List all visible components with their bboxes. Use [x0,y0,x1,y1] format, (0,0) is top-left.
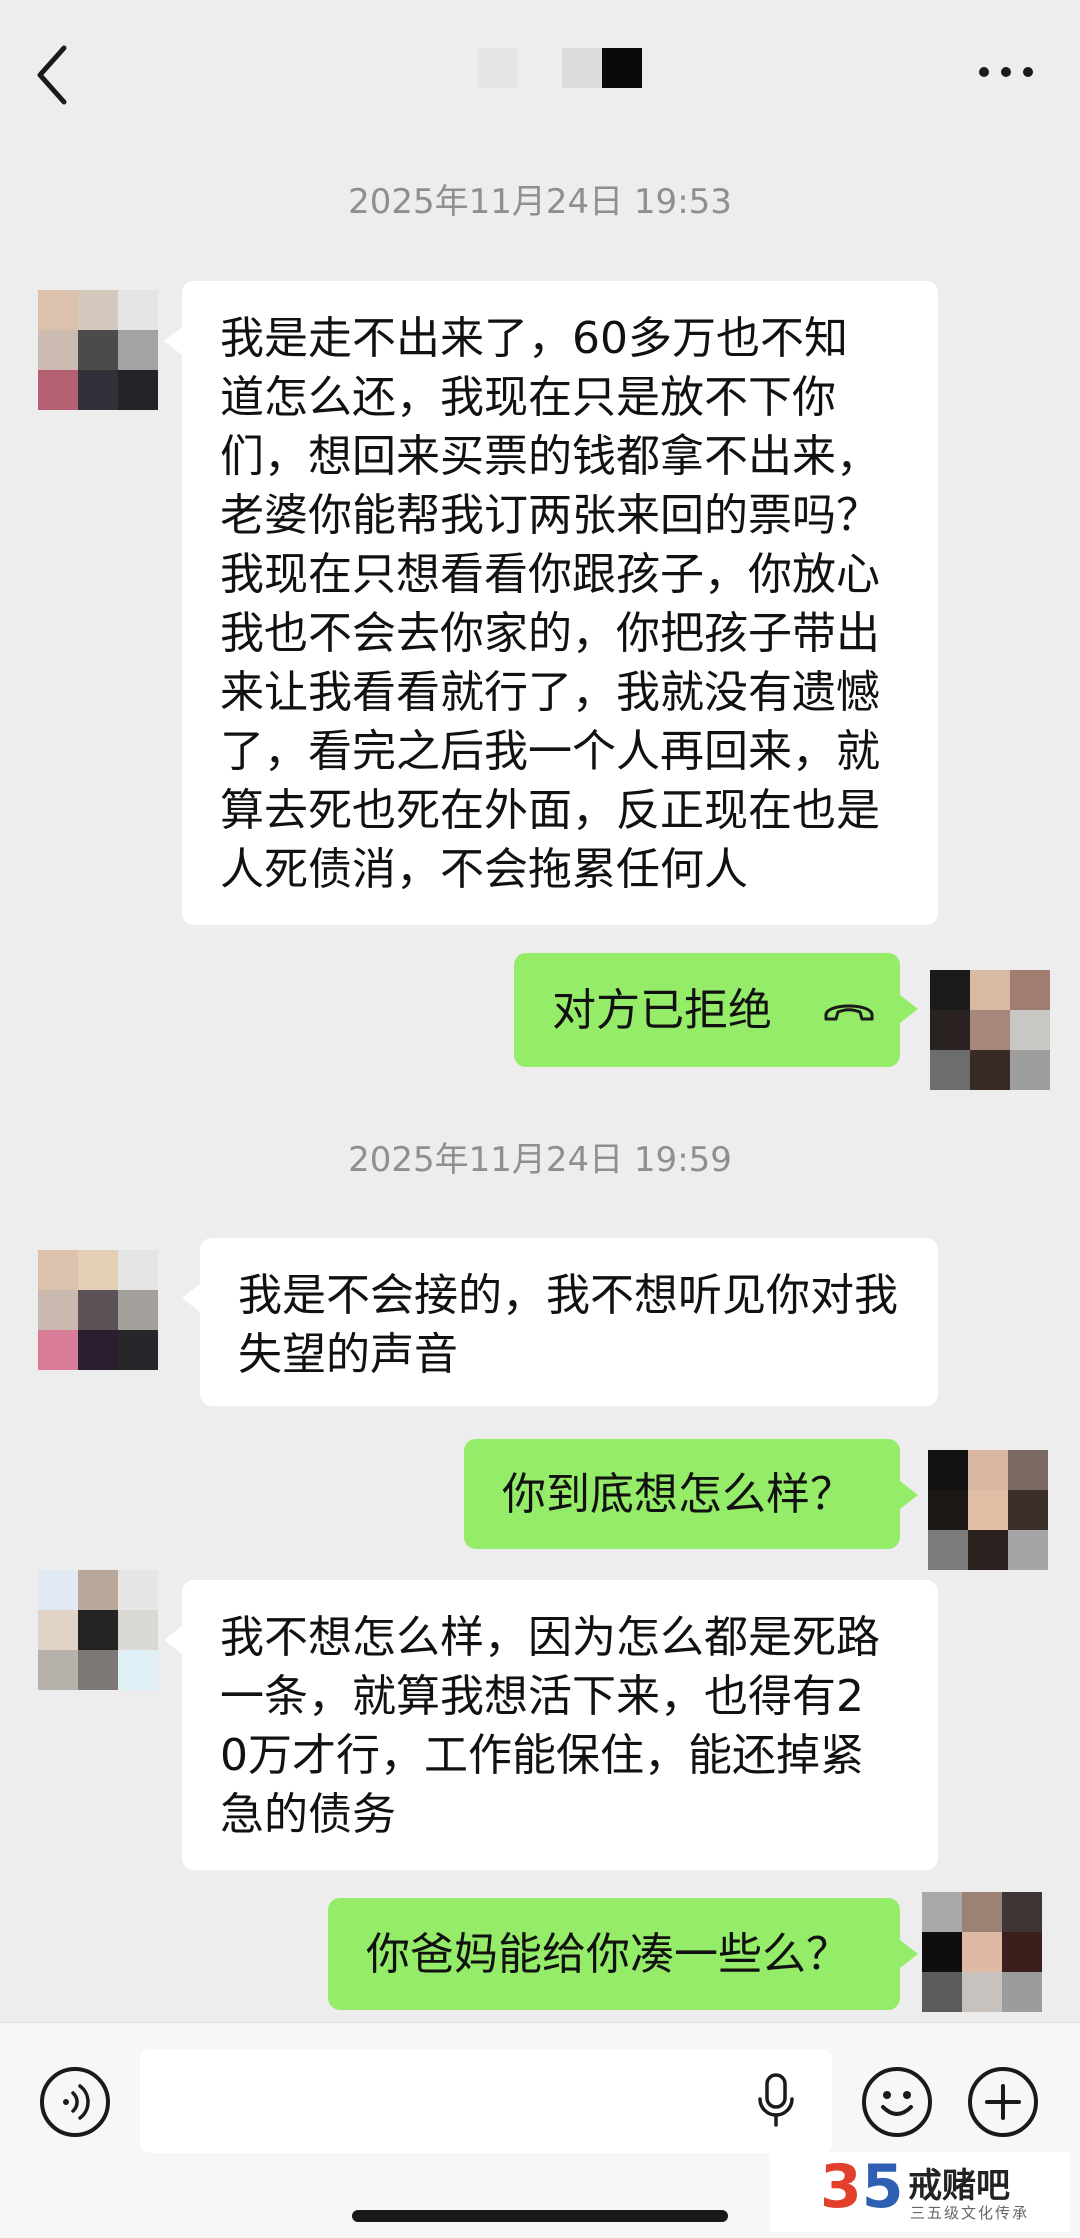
message-timestamp: 2025年11月24日 19:59 [348,1140,732,1180]
outgoing-message-bubble[interactable]: 你到底想怎么样？ [464,1439,918,1549]
chat-title-blurred [478,48,644,88]
incoming-message-bubble[interactable]: 我不想怎么样，因为怎么都是死路 一条，就算我想活下来，也得有2 0万才行，工作能… [164,1580,938,1870]
contact-avatar[interactable] [38,1570,158,1690]
self-avatar[interactable] [930,970,1050,1090]
message-text: 你到底想怎么样？ [502,1468,854,1520]
outgoing-message-bubble[interactable]: 你爸妈能给你凑一些么？ [328,1898,918,2010]
chat-header [0,0,1080,150]
message-text: 对方已拒绝 [552,984,772,1036]
microphone-icon[interactable] [754,2071,798,2131]
message-timestamp: 2025年11月24日 19:53 [348,182,732,222]
hangup-phone-icon [824,1004,874,1021]
watermark-subtitle: 三五级文化传承 [910,2204,1030,2222]
emoji-icon[interactable] [862,2067,932,2137]
message-text: 我不想怎么样，因为怎么都是死路 一条，就算我想活下来，也得有2 0万才行，工作能… [220,1612,880,1840]
outgoing-call-bubble[interactable]: 对方已拒绝 [514,953,918,1067]
incoming-message-bubble[interactable]: 我是走不出来了，60多万也不知 道怎么还，我现在只是放不下你 们，想回来买票的钱… [164,281,938,925]
message-text: 你爸妈能给你凑一些么？ [366,1928,850,1980]
chevron-left-icon[interactable] [30,40,74,110]
self-avatar[interactable] [928,1450,1048,1570]
voice-mode-icon[interactable] [40,2067,110,2137]
watermark-title: 戒赌吧 [908,2166,1010,2206]
message-text: 我是不会接的，我不想听见你对我 失望的声音 [238,1270,898,1380]
watermark-logo: 35 戒赌吧 三五级文化传承 [770,2152,1070,2232]
message-input[interactable] [140,2049,832,2153]
message-text: 我是走不出来了，60多万也不知 道怎么还，我现在只是放不下你 们，想回来买票的钱… [220,313,880,895]
incoming-message-bubble[interactable]: 我是不会接的，我不想听见你对我 失望的声音 [182,1238,938,1406]
ellipsis-icon[interactable] [976,52,1036,92]
self-avatar[interactable] [922,1892,1042,2012]
watermark-number: 35 [820,2152,904,2222]
home-indicator[interactable] [352,2210,728,2222]
plus-icon[interactable] [968,2067,1038,2137]
contact-avatar[interactable] [38,290,158,410]
contact-avatar[interactable] [38,1250,158,1370]
